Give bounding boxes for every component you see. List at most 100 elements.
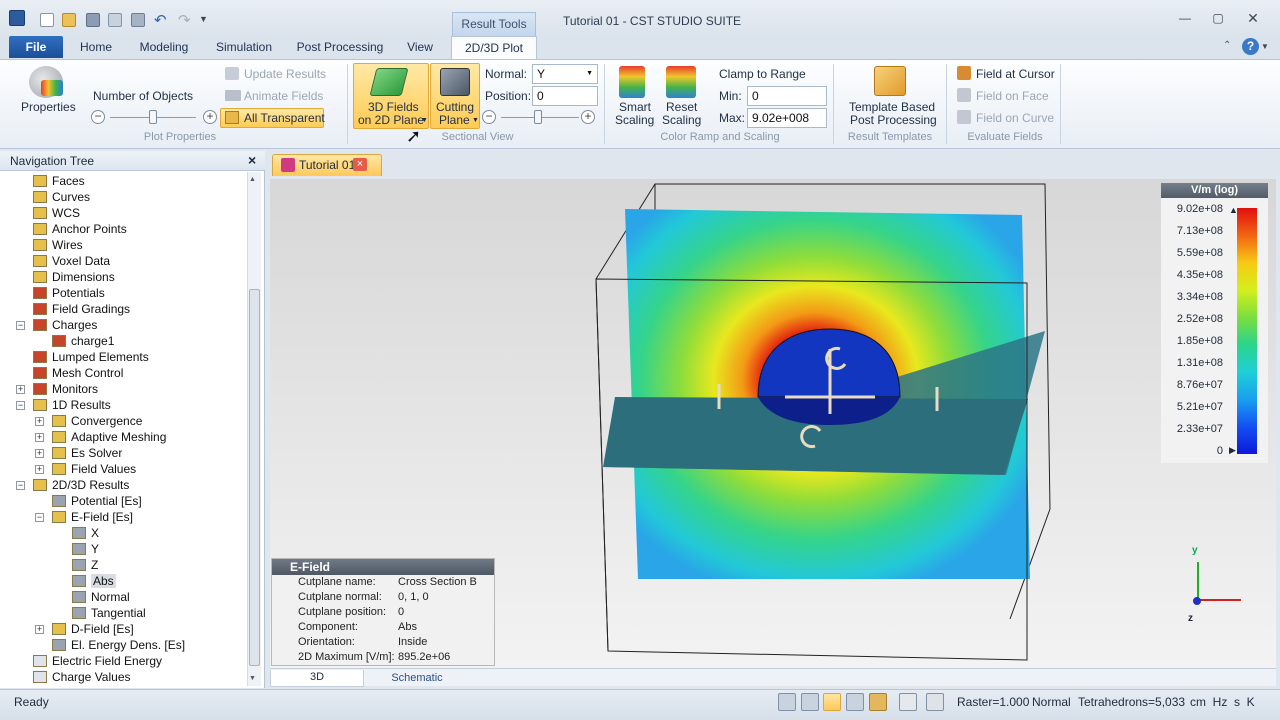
reset-scaling-line2[interactable]: Scaling xyxy=(662,113,701,127)
scroll-up-icon[interactable]: ▲ xyxy=(249,176,256,183)
tree-item[interactable]: Field Gradings xyxy=(33,301,130,317)
min-input[interactable]: 0 xyxy=(747,86,827,106)
expand-toggle-icon[interactable]: + xyxy=(35,625,44,634)
tree-item[interactable]: Potentials xyxy=(33,285,105,301)
template-line1[interactable]: Template Based xyxy=(849,100,935,114)
new-file-icon[interactable] xyxy=(40,13,54,27)
expand-toggle-icon[interactable]: + xyxy=(16,385,25,394)
tree-item[interactable]: Mesh Control xyxy=(33,365,123,381)
decrease-objects-button[interactable]: − xyxy=(91,110,105,124)
save-icon[interactable] xyxy=(86,13,100,27)
expand-toggle-icon[interactable]: + xyxy=(35,465,44,474)
nav-scroll-thumb[interactable] xyxy=(249,289,260,666)
tab-2d3d-plot[interactable]: 2D/3D Plot xyxy=(451,36,537,60)
tree-item[interactable]: Lumped Elements xyxy=(33,349,149,365)
field-on-curve-button[interactable]: Field on Curve xyxy=(976,111,1054,125)
objects-slider-thumb[interactable] xyxy=(149,110,157,124)
fields-2d-dropdown-icon[interactable]: ▼ xyxy=(421,117,428,124)
minimize-button[interactable]: — xyxy=(1175,10,1195,26)
expand-toggle-icon[interactable]: − xyxy=(16,481,25,490)
maximize-button[interactable]: ▢ xyxy=(1208,10,1228,26)
properties-button[interactable]: Properties xyxy=(21,100,76,114)
tree-item[interactable]: D-Field [Es] xyxy=(52,621,134,637)
tree-item[interactable]: Voxel Data xyxy=(33,253,110,269)
position-slider-thumb[interactable] xyxy=(534,110,542,124)
tree-item[interactable]: Charges xyxy=(33,317,97,333)
tree-item[interactable]: X xyxy=(72,525,99,541)
smart-scaling-line2[interactable]: Scaling xyxy=(615,113,654,127)
close-button[interactable]: ✕ xyxy=(1243,10,1263,26)
tree-item[interactable]: Charge Values xyxy=(33,669,131,685)
tree-item[interactable]: Potential [Es] xyxy=(52,493,142,509)
position-increase-button[interactable]: + xyxy=(581,110,595,124)
help-menu-icon[interactable]: ▼ xyxy=(1261,42,1269,51)
expand-toggle-icon[interactable]: + xyxy=(35,417,44,426)
all-transparent-button[interactable]: All Transparent xyxy=(244,111,325,125)
tab-view[interactable]: View xyxy=(398,36,442,60)
tab-modeling[interactable]: Modeling xyxy=(132,36,196,60)
clamp-to-range-checkbox[interactable]: Clamp to Range xyxy=(719,67,806,81)
expand-toggle-icon[interactable]: + xyxy=(35,449,44,458)
tree-item[interactable]: Adaptive Meshing xyxy=(52,429,166,445)
animate-fields-button[interactable]: Animate Fields xyxy=(244,89,323,103)
tree-item[interactable]: Y xyxy=(72,541,99,557)
customize-qa-icon[interactable]: ▼ xyxy=(199,14,208,24)
field-on-face-button[interactable]: Field on Face xyxy=(976,89,1049,103)
normal-select[interactable]: Y ▼ xyxy=(532,64,598,84)
tab-3d[interactable]: 3D xyxy=(270,670,364,687)
zoom-region-icon[interactable] xyxy=(846,693,864,711)
tree-item[interactable]: Tangential xyxy=(72,605,146,621)
fields-2d-line1[interactable]: 3D Fields xyxy=(368,100,419,114)
tab-post-processing[interactable]: Post Processing xyxy=(292,36,388,60)
expand-toggle-icon[interactable]: + xyxy=(35,433,44,442)
open-folder-icon[interactable] xyxy=(62,13,76,27)
zoom-icon[interactable] xyxy=(778,693,796,711)
pan-icon[interactable] xyxy=(801,693,819,711)
tree-item[interactable]: Dimensions xyxy=(33,269,115,285)
reset-scaling-line1[interactable]: Reset xyxy=(666,100,697,114)
tree-item[interactable]: Anchor Points xyxy=(33,221,127,237)
collapse-ribbon-icon[interactable]: ⌃ xyxy=(1223,40,1231,51)
close-nav-tree-button[interactable]: × xyxy=(248,152,256,168)
redo-icon[interactable]: ↷ xyxy=(178,11,191,29)
tab-home[interactable]: Home xyxy=(72,36,120,60)
tree-item[interactable]: Curves xyxy=(33,189,90,205)
tree-item[interactable]: 2D/3D Results xyxy=(33,477,129,493)
smart-scaling-line1[interactable]: Smart xyxy=(619,100,651,114)
expand-toggle-icon[interactable]: − xyxy=(35,513,44,522)
tab-file[interactable]: File xyxy=(9,36,63,58)
position-input[interactable]: 0 xyxy=(532,86,598,106)
cutting-plane-dropdown-icon[interactable]: ▼ xyxy=(472,117,479,124)
tree-item[interactable]: Es Solver xyxy=(52,445,122,461)
print-icon[interactable] xyxy=(131,13,145,27)
tree-item[interactable]: Field Values xyxy=(52,461,136,477)
app-icon[interactable] xyxy=(9,10,25,26)
position-decrease-button[interactable]: − xyxy=(482,110,496,124)
tree-item[interactable]: Abs xyxy=(72,573,116,589)
max-input[interactable]: 9.02e+008 xyxy=(747,108,827,128)
close-doc-tab-icon[interactable]: × xyxy=(353,158,367,171)
tree-item[interactable]: El. Energy Dens. [Es] xyxy=(52,637,185,653)
save-all-icon[interactable] xyxy=(108,13,122,27)
cutting-plane-line1[interactable]: Cutting xyxy=(436,100,474,114)
help-icon[interactable]: ? xyxy=(1242,38,1259,55)
expand-toggle-icon[interactable]: − xyxy=(16,321,25,330)
update-results-button[interactable]: Update Results xyxy=(244,67,326,81)
tree-item[interactable]: charge1 xyxy=(52,333,114,349)
rotate-icon[interactable] xyxy=(823,693,841,711)
fit-view-icon[interactable] xyxy=(899,693,917,711)
cutting-plane-line2[interactable]: Plane xyxy=(439,113,470,127)
spin-icon[interactable] xyxy=(869,693,887,711)
scroll-down-icon[interactable]: ▼ xyxy=(249,675,256,682)
tree-item[interactable]: Convergence xyxy=(52,413,142,429)
tree-item[interactable]: E-Field [Es] xyxy=(52,509,133,525)
fields-2d-line2[interactable]: on 2D Plane xyxy=(358,113,424,127)
normal-dropdown-icon[interactable]: ▼ xyxy=(586,65,593,83)
tree-item[interactable]: Z xyxy=(72,557,98,573)
tree-item[interactable]: Normal xyxy=(72,589,130,605)
expand-toggle-icon[interactable]: − xyxy=(16,401,25,410)
tree-item[interactable]: 1D Results xyxy=(33,397,111,413)
tab-schematic[interactable]: Schematic xyxy=(370,671,464,687)
tab-simulation[interactable]: Simulation xyxy=(208,36,280,60)
tree-item[interactable]: Monitors xyxy=(33,381,98,397)
